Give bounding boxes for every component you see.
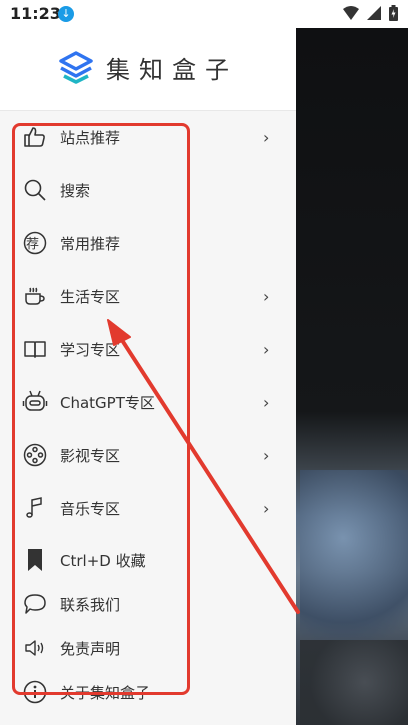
menu-item-label: 免责声明: [60, 639, 121, 658]
chevron-right-icon: ›: [263, 392, 270, 412]
background-image-blur: [300, 470, 408, 640]
menu-item-about[interactable]: 关于集知盒子: [0, 670, 296, 714]
recommend-badge-char: 荐: [26, 237, 40, 252]
chevron-right-icon: ›: [263, 498, 270, 518]
search-icon: [22, 177, 48, 203]
menu-item-site-recommend[interactable]: 站点推荐 ›: [0, 115, 296, 159]
menu-item-label: 关于集知盒子: [60, 683, 151, 702]
menu-item-life[interactable]: 生活专区 ›: [0, 274, 296, 318]
menu-item-label: 音乐专区: [60, 499, 121, 518]
menu-item-label: 搜索: [60, 181, 91, 200]
menu-item-label: ChatGPT专区: [60, 393, 155, 412]
menu-item-label: 站点推荐: [60, 128, 121, 147]
chevron-right-icon: ›: [263, 445, 270, 465]
menu-item-label: Ctrl+D 收藏: [60, 551, 146, 570]
coffee-cup-icon: [22, 283, 48, 309]
menu-item-label: 影视专区: [60, 446, 121, 465]
menu-item-label: 学习专区: [60, 340, 121, 359]
app-name: 集知盒子: [106, 56, 238, 84]
status-bar: 11:23 ↓: [0, 0, 408, 28]
chevron-right-icon: ›: [263, 286, 270, 306]
menu-item-music[interactable]: 音乐专区 ›: [0, 486, 296, 530]
menu-item-label: 常用推荐: [60, 234, 121, 253]
recommend-badge-icon: 荐: [22, 230, 48, 256]
menu-item-search[interactable]: 搜索: [0, 168, 296, 212]
logo-icon: [59, 50, 93, 84]
drawer-header: 集知盒子: [0, 28, 296, 111]
chevron-right-icon: ›: [263, 339, 270, 359]
chevron-right-icon: ›: [263, 127, 270, 147]
navigation-drawer: 集知盒子 站点推荐 › 搜索 荐 常用推荐 生活专区 › 学习专区 › Chat…: [0, 28, 296, 725]
bookmark-icon: [22, 547, 48, 573]
menu-item-study[interactable]: 学习专区 ›: [0, 327, 296, 371]
menu-item-label: 生活专区: [60, 287, 121, 306]
wifi-icon: [343, 6, 359, 20]
thumbs-up-icon: [22, 124, 48, 150]
background-image-blur-2: [300, 640, 408, 725]
status-icons: [343, 5, 398, 21]
menu-item-label: 联系我们: [60, 595, 121, 614]
download-icon: ↓: [58, 6, 74, 22]
status-time: 11:23: [10, 4, 61, 23]
battery-icon: [389, 5, 398, 21]
signal-icon: [367, 6, 381, 20]
menu-item-disclaimer[interactable]: 免责声明: [0, 626, 296, 670]
robot-icon: [22, 389, 48, 415]
book-icon: [22, 336, 48, 362]
music-note-icon: [22, 495, 48, 521]
menu-item-bookmark[interactable]: Ctrl+D 收藏: [0, 538, 296, 582]
chat-bubble-icon: [22, 591, 48, 617]
menu-item-contact[interactable]: 联系我们: [0, 582, 296, 626]
info-icon: [22, 679, 48, 705]
menu-item-common-recommend[interactable]: 荐 常用推荐: [0, 221, 296, 265]
menu-item-movies[interactable]: 影视专区 ›: [0, 433, 296, 477]
speaker-icon: [22, 635, 48, 661]
menu-item-chatgpt[interactable]: ChatGPT专区 ›: [0, 380, 296, 424]
app-logo[interactable]: 集知盒子: [58, 50, 238, 85]
film-reel-icon: [22, 442, 48, 468]
